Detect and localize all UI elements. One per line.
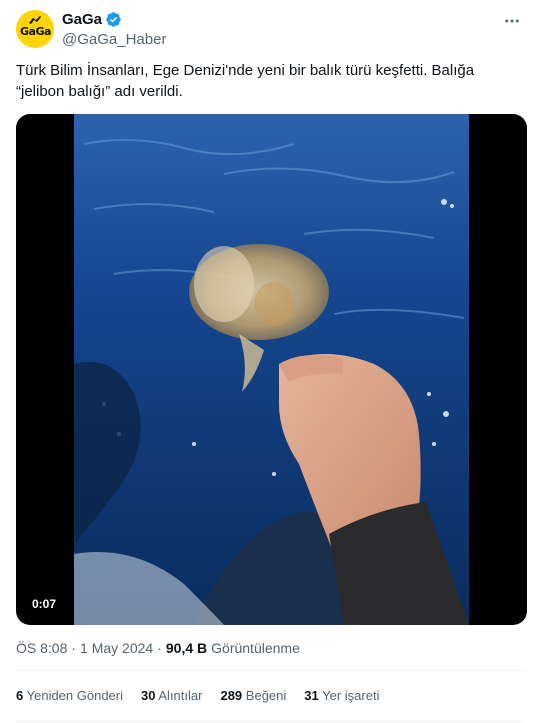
likes-count: 289 [220,688,243,703]
retweets-label: Yeniden Gönderi [26,688,124,703]
views-label: Görüntülenme [211,640,300,656]
logo-bird-icon [29,16,41,24]
quotes-label: Alıntılar [158,688,203,703]
likes-label: Beğeni [245,688,287,703]
retweets-count: 6 [16,688,24,703]
verified-badge-icon [106,12,121,27]
views-count[interactable]: 90,4 B [166,640,207,656]
video-thumbnail [74,114,469,625]
tweet-meta: ÖS 8:08 · 1 May 2024 · 90,4 B Görüntülen… [16,640,300,656]
likes-stat[interactable]: 289 Beğeni [220,688,286,703]
video-duration: 0:07 [26,595,63,613]
divider [16,670,523,671]
bookmarks-stat[interactable]: 31 Yer işareti [304,688,379,703]
more-options-button[interactable] [501,10,523,32]
bookmarks-label: Yer işareti [322,688,380,703]
divider [16,721,523,722]
avatar[interactable]: GaGa [16,10,54,48]
quotes-stat[interactable]: 30 Alıntılar [141,688,202,703]
meta-separator: · [157,640,162,656]
engagement-stats: 6 Yeniden Gönderi 30 Alıntılar 289 Beğen… [16,688,379,703]
quotes-count: 30 [141,688,156,703]
retweets-stat[interactable]: 6 Yeniden Gönderi [16,688,123,703]
tweet-header: GaGa GaGa @GaGa_Haber [16,10,523,50]
tweet-time-separator: · [71,640,77,656]
video-player[interactable]: 0:07 [16,114,527,625]
author-handle[interactable]: @GaGa_Haber [62,31,166,48]
avatar-logo-text: GaGa [20,25,51,38]
tweet-date[interactable]: 1 May 2024 [80,640,153,656]
video-frame [74,114,469,625]
display-name[interactable]: GaGa [62,11,102,28]
tweet-time[interactable]: ÖS 8:08 [16,640,67,656]
tweet-article: GaGa GaGa @GaGa_Haber Türk Bilim İnsanla… [0,0,539,723]
name-row: GaGa [62,11,122,28]
more-horizontal-icon [505,19,519,23]
bookmarks-count: 31 [304,688,319,703]
tweet-text: Türk Bilim İnsanları, Ege Denizi'nde yen… [16,62,475,100]
